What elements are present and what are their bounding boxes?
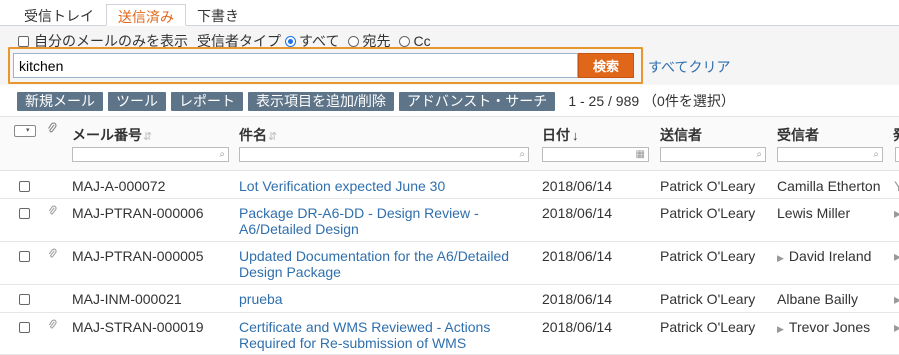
recipient-name: Camilla Etherton [777,178,881,194]
radio-all[interactable] [285,35,296,47]
mail-number: MAJ-STRAN-000019 [72,319,204,335]
recipient-name: Trevor Jones [788,319,871,335]
row-checkbox[interactable] [19,322,30,333]
radio-cc[interactable] [399,35,411,47]
row-checkbox[interactable] [19,251,30,262]
row-checkbox[interactable] [19,208,30,219]
column-mail-number[interactable]: メール番号⇵ [72,125,152,145]
mail-date: 2018/06/14 [542,248,613,264]
attachment-icon [48,248,57,263]
expand-triangle-icon[interactable]: ▶ [777,253,784,263]
table-row[interactable]: MAJ-PTRAN-000006 Package DR-A6-DD - Desig… [0,199,899,242]
attachment-icon [48,205,57,220]
recipient-filter-input[interactable]: ⌕ [777,147,883,162]
sender-filter-input[interactable]: ⌕ [660,147,766,162]
attachment-icon [48,319,57,334]
recipient-name: Albane Bailly [777,291,858,307]
mail-sender: Patrick O'Leary [660,319,756,335]
extra-column-cell: ▸ [894,205,899,221]
column-date[interactable]: 日付 ↓ [542,125,579,145]
mail-number-filter-input[interactable]: ⌕ [72,147,229,162]
extra-column-cell: ▸ [894,248,899,264]
own-mail-only-checkbox[interactable] [18,35,29,47]
mail-recipient: Albane Bailly [777,291,858,307]
extra-column-cell: Y [894,178,899,194]
table-row[interactable]: MAJ-STRAN-000019 Certificate and WMS Revi… [0,313,899,355]
recipient-name: Lewis Miller [777,205,851,221]
search-icon: ⌕ [873,149,879,160]
mail-recipient: Camilla Etherton [777,178,881,194]
table-row[interactable]: MAJ-INM-000021 prueba 2018/06/14 Patrick O'… [0,285,899,313]
sort-icon: ⇵ [143,131,153,143]
mail-sender: Patrick O'Leary [660,178,756,194]
search-icon: ⌕ [756,149,762,160]
column-subject-label: 件名 [239,127,267,143]
extra-column-cell: ▸ [894,319,899,335]
subject-filter-input[interactable]: ⌕ [239,147,529,162]
mail-number: MAJ-PTRAN-000006 [72,205,204,221]
column-more[interactable]: 発 [893,125,899,145]
mail-subject-link[interactable]: prueba [239,291,529,307]
mail-subject-link[interactable]: Updated Documentation for the A6/Detaile… [239,248,529,280]
sort-icon: ⇵ [268,131,278,143]
mail-subject-link[interactable]: Package DR-A6-DD - Design Review - A6/De… [239,205,529,237]
row-checkbox[interactable] [19,294,30,305]
calendar-icon: ▦ [635,149,645,160]
column-recipient-label: 受信者 [777,127,819,143]
table-row[interactable]: MAJ-PTRAN-000005 Updated Documentation fo… [0,242,899,285]
mail-tabs: 受信トレイ 送信済み 下書き [14,4,258,26]
date-filter-input[interactable]: ▦ [542,147,649,162]
mail-recipient: Lewis Miller [777,205,850,221]
mail-sender: Patrick O'Leary [660,291,756,307]
mail-recipient: ▶ David Ireland [777,248,871,266]
table-header: ▾ メール番号⇵ 件名⇵ 日付↓ 送信者 受信者 発 ⌕ ⌕ ▦ ⌕ ⌕ [0,116,899,171]
result-count: 1 - 25 / 989 （0件を選択） [568,93,735,109]
clear-all-link[interactable]: すべてクリア [648,57,730,77]
tab-drafts[interactable]: 下書き [186,4,258,26]
mail-number: MAJ-A-000072 [72,178,166,194]
column-recipient[interactable]: 受信者 [777,125,819,145]
mail-recipient: ▶ Trevor Jones [777,319,870,337]
new-mail-button[interactable]: 新規メール [17,91,103,111]
expand-triangle-icon[interactable]: ▶ [777,324,784,334]
toolbar: 新規メール ツール レポート 表示項目を追加/削除 アドバンスト・サーチ 1 -… [17,91,735,111]
column-sender-label: 送信者 [660,127,702,143]
mail-number: MAJ-PTRAN-000005 [72,248,204,264]
mail-sender: Patrick O'Leary [660,248,756,264]
column-date-label: 日付 [542,127,570,143]
mail-sender: Patrick O'Leary [660,205,756,221]
mail-date: 2018/06/14 [542,291,613,307]
table-row[interactable]: MAJ-A-000072 Lot Verification expected Ju… [0,172,899,199]
mail-date: 2018/06/14 [542,319,613,335]
mail-subject-link[interactable]: Certificate and WMS Reviewed - Actions R… [239,319,529,351]
search-icon: ⌕ [519,149,525,160]
reports-button[interactable]: レポート [171,91,243,111]
recipient-name: David Ireland [788,248,872,264]
mail-date: 2018/06/14 [542,178,613,194]
tools-button[interactable]: ツール [108,91,166,111]
extra-filter-input[interactable] [895,147,899,162]
extra-column-cell: ▸ [894,291,899,307]
search-icon: ⌕ [219,149,225,160]
mail-number: MAJ-INM-000021 [72,291,182,307]
add-remove-columns-button[interactable]: 表示項目を追加/削除 [248,91,394,111]
row-checkbox[interactable] [19,181,30,192]
attachment-column-icon [47,122,57,138]
advanced-search-button[interactable]: アドバンスト・サーチ [398,91,556,111]
sort-desc-icon: ↓ [572,128,579,143]
column-sender[interactable]: 送信者 [660,125,702,145]
column-subject[interactable]: 件名⇵ [239,125,277,145]
search-input[interactable] [13,53,578,78]
mail-date: 2018/06/14 [542,205,613,221]
tab-inbox[interactable]: 受信トレイ [14,4,106,26]
select-all-checkbox[interactable]: ▾ [14,125,36,137]
mail-subject-link[interactable]: Lot Verification expected June 30 [239,178,529,194]
search-button[interactable]: 検索 [578,53,634,78]
column-mail-number-label: メール番号 [72,127,142,143]
tab-sent[interactable]: 送信済み [106,4,186,26]
radio-to[interactable] [348,35,360,47]
